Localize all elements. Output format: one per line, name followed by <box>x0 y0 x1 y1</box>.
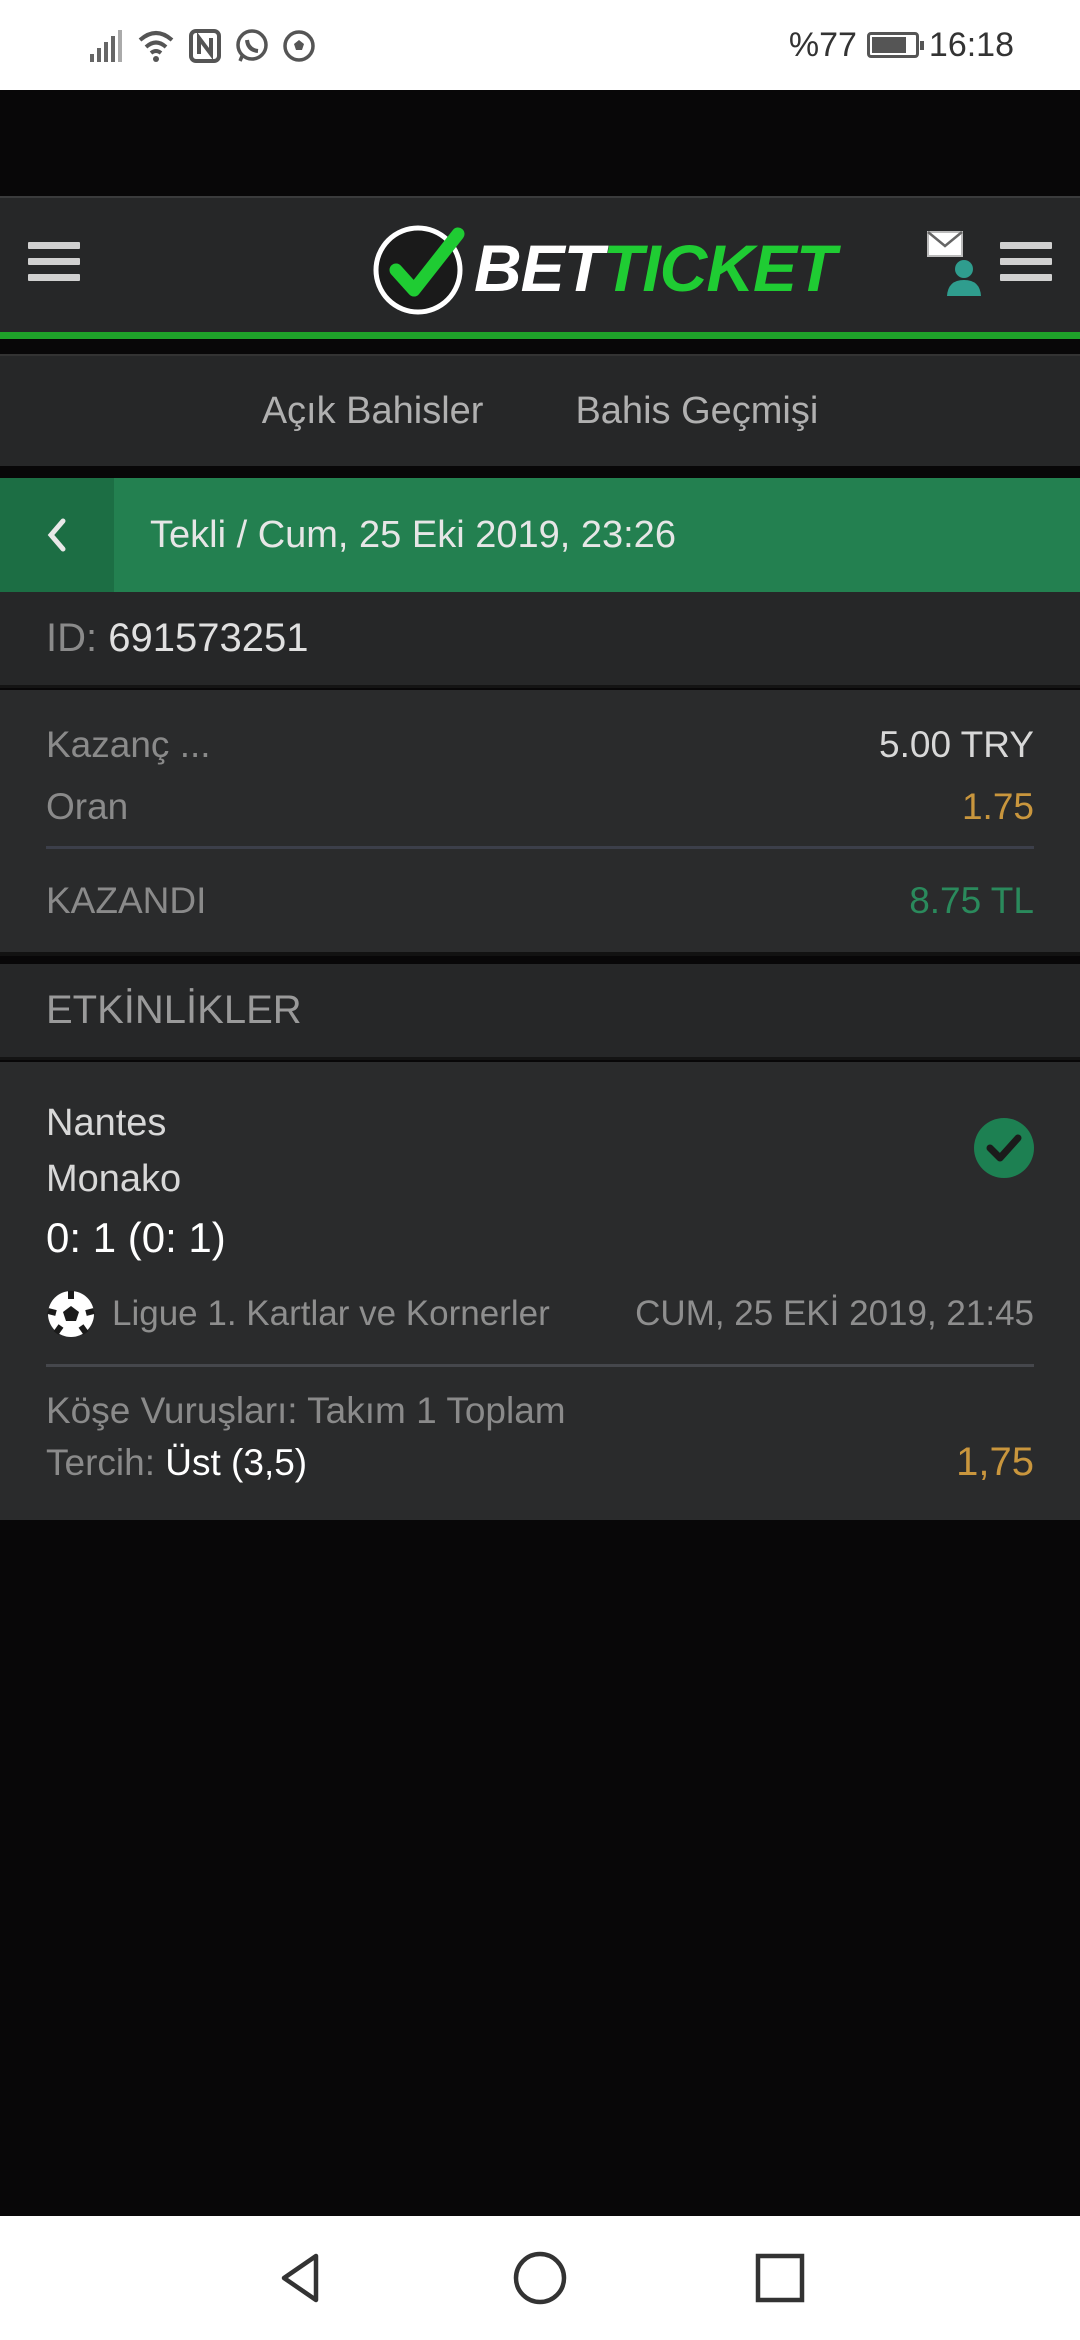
ticket-id-row: ID: 691573251 <box>0 592 1080 688</box>
stake-row: Kazanç ... 5.00 TRY <box>46 724 1034 774</box>
selection-odds: 1,75 <box>956 1440 1034 1484</box>
league-name: Ligue 1. Kartlar ve Kornerler <box>112 1294 550 1333</box>
account-menu-icon[interactable] <box>1000 242 1052 286</box>
navigation-bar <box>0 2216 1080 2340</box>
payout-value: 8.75 TL <box>909 880 1034 921</box>
mail-icon[interactable] <box>926 230 964 258</box>
ticket-id: ID: 691573251 <box>46 616 309 660</box>
recents-nav-icon[interactable] <box>750 2248 810 2308</box>
odds-value: 1.75 <box>961 786 1034 827</box>
top-spacer <box>0 90 1080 196</box>
signal-icon <box>90 30 122 62</box>
ticket-summary: Kazanç ... 5.00 TRY Oran 1.75 KAZANDI 8.… <box>0 690 1080 956</box>
whatsapp-icon <box>236 29 268 62</box>
bet-tabs: Açık Bahisler Bahis Geçmişi <box>0 354 1080 466</box>
checkmark-logo-icon <box>373 225 465 315</box>
odds-row: Oran 1.75 <box>46 786 1034 836</box>
football-notification-icon <box>283 30 315 62</box>
ticket-title: Tekli / Cum, 25 Eki 2019, 23:26 <box>150 514 676 556</box>
back-nav-icon[interactable] <box>270 2248 330 2308</box>
tab-bet-history[interactable]: Bahis Geçmişi <box>575 390 818 433</box>
event-score: 0: 1 (0: 1) <box>46 1214 226 1261</box>
home-nav-icon[interactable] <box>510 2248 570 2308</box>
event-league: Ligue 1. Kartlar ve Kornerler <box>46 1288 550 1340</box>
header-accent-line <box>0 332 1080 339</box>
chevron-left-icon <box>47 518 66 552</box>
logo[interactable]: BETTICKET <box>372 222 836 315</box>
app-header: BETTICKET <box>0 196 1080 332</box>
status-right: %77 16:18 <box>789 22 1014 68</box>
battery-icon <box>866 32 924 58</box>
user-icon[interactable] <box>944 258 984 298</box>
battery-percentage: %77 <box>788 25 857 64</box>
events-section-header: ETKİNLİKLER <box>0 964 1080 1060</box>
events-title: ETKİNLİKLER <box>46 988 302 1032</box>
wifi-icon <box>138 31 174 62</box>
ticket-title-bar: Tekli / Cum, 25 Eki 2019, 23:26 <box>0 478 1080 592</box>
market-name: Köşe Vuruşları: Takım 1 Toplam <box>46 1390 566 1431</box>
selection-value: Üst (3,5) <box>165 1442 308 1483</box>
won-check-icon <box>974 1118 1034 1178</box>
home-team: Nantes <box>46 1102 167 1144</box>
nfc-icon <box>189 29 221 63</box>
status-label: KAZANDI <box>46 880 207 921</box>
logo-text: BETTICKET <box>474 231 836 305</box>
ticket-id-value: 691573251 <box>108 616 309 660</box>
back-button[interactable] <box>0 478 114 592</box>
football-icon <box>47 1291 95 1337</box>
away-team: Monako <box>46 1158 182 1200</box>
stake-value: 5.00 TRY <box>879 724 1034 765</box>
stake-label: Kazanç ... <box>46 724 211 765</box>
selection: Tercih: Üst (3,5) <box>46 1442 308 1483</box>
menu-icon[interactable] <box>28 242 80 286</box>
odds-label: Oran <box>46 786 129 827</box>
event-divider <box>46 1364 1034 1367</box>
tab-open-bets[interactable]: Açık Bahisler <box>262 390 484 433</box>
event-card: Nantes Monako 0: 1 (0: 1) Ligue 1. Kartl… <box>0 1062 1080 1520</box>
status-icons <box>88 24 316 68</box>
result-row: KAZANDI 8.75 TL <box>46 880 1034 930</box>
clock: 16:18 <box>928 25 1014 64</box>
summary-divider <box>46 846 1034 849</box>
event-date: CUM, 25 EKİ 2019, 21:45 <box>635 1294 1034 1333</box>
status-bar: %77 16:18 <box>0 0 1080 90</box>
